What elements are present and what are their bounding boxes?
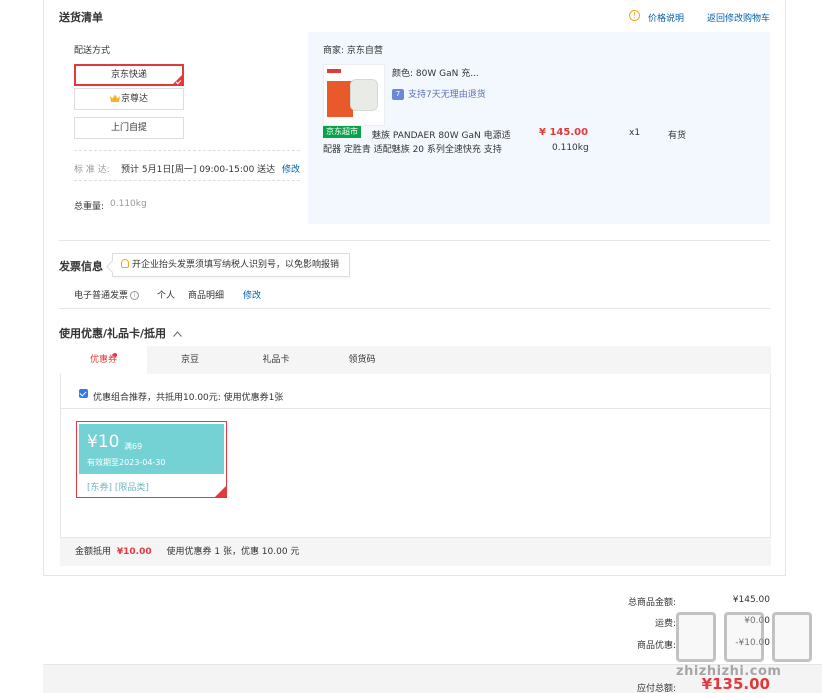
standard-delivery-time: 预计 5月1日[周一] 09:00-15:00 送达 [121,165,276,175]
shipping-method-label: 配送方式 [74,46,111,56]
invoice-modify-link[interactable]: 修改 [243,288,261,301]
price-note-link[interactable]: 价格说明 [648,11,684,24]
discount-label: 商品优惠: [636,641,676,651]
crown-icon [109,94,120,102]
coupon-footer-amount: ¥10.00 [116,547,152,557]
back-to-cart-link[interactable]: 返回修改购物车 [707,11,770,24]
site-watermark: zhizhizhi.com [672,606,822,682]
coupon-footer-label: 金额抵用 [75,547,112,557]
invoice-title: 发票信息 [59,260,103,273]
divider [74,180,300,181]
tab-redeem-code[interactable]: 领货码 [332,346,392,374]
coupon-condition: 满69 [124,442,143,451]
ship-option-jingzunda[interactable]: 京尊达 [74,88,184,110]
ship-option-jd-express[interactable]: 京东快递 [74,64,184,86]
new-dot [113,353,117,357]
tab-gift-card[interactable]: 礼品卡 [246,346,306,374]
coupon-tabs: 优惠券 京豆 礼品卡 领货码 [60,346,771,374]
coupon-card[interactable]: ¥10 满69 有效期至2023-04-30 [东券] [限品类] [76,421,227,498]
product-image[interactable] [323,64,385,126]
lightbulb-icon [121,259,129,268]
invoice-person: 个人 [157,291,176,301]
invoice-tip-text: 开企业抬头发票须填写纳税人识别号，以免影响报销 [132,260,340,270]
product-weight: 0.110kg [552,143,589,153]
watermark-logo-glyph [676,612,716,662]
info-warning-icon: ! [629,10,640,21]
recommend-text: 优惠组合推荐，共抵用10.00元: 使用优惠券1张 [93,393,284,403]
coupon-expiry: 有效期至2023-04-30 [87,458,166,467]
return-policy: 7 支持7天无理由退货 [392,87,486,100]
watermark-text: zhizhizhi.com [676,664,782,679]
invoice-type-label: 电子普通发票 [74,291,129,301]
info-icon[interactable]: i [130,291,140,300]
coupon-amount: ¥10 [87,432,120,452]
ship-option-label: 上门自提 [110,123,147,133]
invoice-tip: 开企业抬头发票须填写纳税人识别号，以免影响报销 [112,253,350,277]
tab-jingdou[interactable]: 京豆 [160,346,220,374]
weight-value: 0.110kg [110,199,147,209]
weight-label: 总重量: [74,202,105,212]
coupon-footer-text: 使用优惠券 1 张，优惠 10.00 元 [166,547,300,557]
product-price: ¥ 145.00 [539,127,589,138]
divider [59,240,770,241]
coupon-section-title[interactable]: 使用优惠/礼品卡/抵用 [59,325,182,341]
total-goods-value: ¥145.00 [732,595,770,605]
watermark-logo-glyph [772,612,812,662]
total-goods-label: 总商品金额: [627,598,676,608]
selected-check-icon [173,75,182,84]
watermark-logo-glyph [724,612,764,662]
return-7days-icon: 7 [392,89,404,100]
divider [59,308,770,309]
charger-graphic [350,79,378,111]
product-qty: x1 [629,128,641,138]
return-policy-text: 支持7天无理由退货 [408,90,486,100]
coupon-card-top: ¥10 满69 有效期至2023-04-30 [79,424,224,474]
ship-option-label: 京尊达 [120,94,148,104]
recommend-checkbox[interactable] [79,389,88,398]
invoice-type: 电子普通发票 i [74,288,140,301]
selected-check-icon [215,486,226,497]
coupon-tags: [东券] [限品类] [87,483,149,493]
payable-label: 应付总额: [636,684,676,693]
invoice-detail: 商品明细 [188,291,225,301]
seller-name: 商家: 京东自营 [323,46,383,56]
product-color: 颜色: 80W GaN 充... [392,69,479,79]
ship-option-self-pickup[interactable]: 上门自提 [74,117,184,139]
divider [74,150,300,151]
ship-option-label: 京东快递 [110,70,147,80]
coupon-section-title-text: 使用优惠/礼品卡/抵用 [59,327,167,340]
tab-coupons[interactable]: 优惠券 [60,346,147,374]
coupon-summary: 金额抵用 ¥10.00 使用优惠券 1 张，优惠 10.00 元 [60,538,771,566]
product-name-line1[interactable]: 魅族 PANDAER 80W GaN 电源适 [372,128,511,141]
supermarket-tag: 京东超市 [323,126,361,138]
brand-logo [327,69,341,73]
divider [61,408,770,409]
chevron-up-icon [173,331,182,337]
standard-label: 标 准 达: [74,165,110,175]
product-stock: 有货 [668,131,687,141]
delivery-title: 送货清单 [59,11,103,24]
product-name-line2[interactable]: 配器 定胜青 适配魅族 20 系列全速快充 支持 [323,142,502,155]
delivery-modify-link[interactable]: 修改 [282,162,300,175]
